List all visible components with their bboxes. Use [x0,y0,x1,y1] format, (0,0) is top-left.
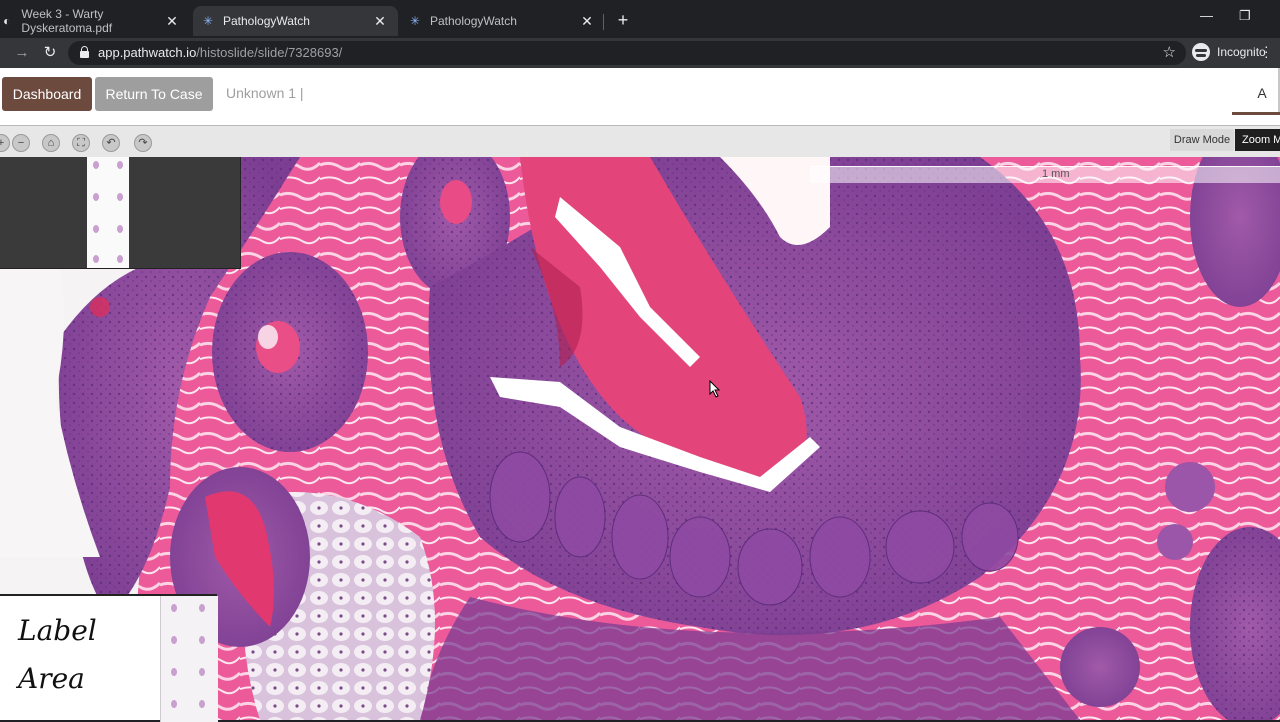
lock-icon [80,46,89,58]
restore-icon[interactable]: ❐ [1239,8,1251,24]
back-icon[interactable]: → [12,43,32,63]
rotate-left-icon[interactable]: ↶ [102,134,120,152]
slide-thumbnail [87,157,129,268]
close-icon[interactable]: ✕ [164,13,180,29]
label-area-line1: Label [18,614,97,647]
tab-pathologywatch-active[interactable]: ✳ PathologyWatch ✕ [193,6,398,36]
minimize-icon[interactable]: — [1200,8,1213,23]
home-icon[interactable]: ⌂ [42,134,60,152]
fullscreen-icon[interactable]: ⛶ [72,134,90,152]
rotate-right-icon[interactable]: ↷ [134,134,152,152]
tab-a[interactable]: A [1244,85,1280,101]
slide-label-area: Label Area [0,594,218,722]
globe-icon: ◐ [3,14,11,28]
close-icon[interactable]: ✕ [579,13,595,29]
active-tab-indicator [1232,112,1280,115]
pathologywatch-logo-icon: ✳ [409,14,421,28]
incognito-indicator[interactable]: Incognito [1192,41,1266,63]
browser-toolbar: → ↻ app.pathwatch.io/histoslide/slide/73… [0,38,1280,68]
dashboard-button[interactable]: Dashboard [2,77,92,111]
address-bar[interactable]: app.pathwatch.io/histoslide/slide/732869… [68,41,1186,65]
reload-icon[interactable]: ↻ [40,43,60,63]
bookmark-star-icon[interactable]: ☆ [1163,43,1176,61]
pathologywatch-logo-icon: ✳ [202,14,214,28]
incognito-icon [1192,43,1210,61]
tab-pdf[interactable]: ◐ Week 3 - Warty Dyskeratoma.pdf ✕ [0,6,190,36]
zoom-in-icon[interactable]: + [0,134,10,152]
new-tab-button[interactable]: + [614,10,632,30]
tab-pathologywatch[interactable]: ✳ PathologyWatch ✕ [400,6,605,36]
close-icon[interactable]: ✕ [372,13,388,29]
zoom-mode-button[interactable]: Zoom Mode [1235,129,1280,151]
label-area-line2: Area [18,662,85,695]
slide-label-strip [160,596,218,722]
browser-tabstrip: ◐ Week 3 - Warty Dyskeratoma.pdf ✕ ✳ Pat… [0,0,1280,38]
tab-third-title: PathologyWatch [430,14,517,28]
zoom-out-icon[interactable]: − [12,134,30,152]
tab-active-title: PathologyWatch [223,14,310,28]
draw-mode-button[interactable]: Draw Mode [1170,129,1234,151]
case-title: Unknown 1 | [226,85,304,101]
scale-label: 1 mm [1042,168,1070,180]
browser-menu-icon[interactable]: · · · [1264,39,1269,63]
viewer-toolbar: + − ⌂ ⛶ ↶ ↷ [0,125,1280,157]
tab-divider [603,14,604,30]
scale-bar: 1 mm [810,166,1280,183]
url-text: app.pathwatch.io/histoslide/slide/732869… [98,45,343,60]
app-header: Dashboard Return To Case Unknown 1 | A [0,68,1280,125]
incognito-label: Incognito [1217,45,1266,59]
mouse-cursor-icon [709,380,721,398]
return-to-case-button[interactable]: Return To Case [95,77,213,111]
navigator-thumbnail[interactable] [0,157,241,269]
